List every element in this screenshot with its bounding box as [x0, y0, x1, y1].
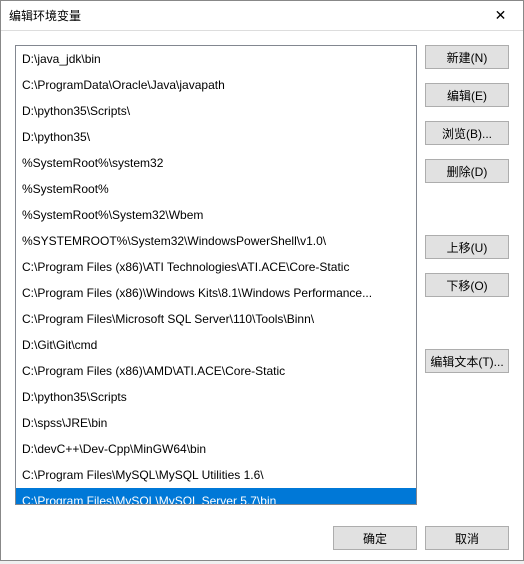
move-down-button[interactable]: 下移(O)	[425, 273, 509, 297]
titlebar: 编辑环境变量 ✕	[1, 1, 523, 31]
list-item[interactable]: D:\Git\Git\cmd	[16, 332, 416, 358]
close-button[interactable]: ✕	[478, 1, 523, 31]
move-up-button[interactable]: 上移(U)	[425, 235, 509, 259]
list-item[interactable]: C:\ProgramData\Oracle\Java\javapath	[16, 72, 416, 98]
list-item[interactable]: C:\Program Files (x86)\Windows Kits\8.1\…	[16, 280, 416, 306]
content-area: D:\java_jdk\binC:\ProgramData\Oracle\Jav…	[1, 31, 523, 515]
list-item[interactable]: %SystemRoot%\System32\Wbem	[16, 202, 416, 228]
list-item[interactable]: %SystemRoot%\system32	[16, 150, 416, 176]
window-title: 编辑环境变量	[9, 7, 81, 24]
list-item[interactable]: D:\java_jdk\bin	[16, 46, 416, 72]
list-item[interactable]: D:\python35\Scripts\	[16, 98, 416, 124]
list-item[interactable]: %SYSTEMROOT%\System32\WindowsPowerShell\…	[16, 228, 416, 254]
edit-text-button[interactable]: 编辑文本(T)...	[425, 349, 509, 373]
list-item[interactable]: D:\python35\	[16, 124, 416, 150]
cancel-button[interactable]: 取消	[425, 526, 509, 550]
list-item[interactable]: D:\spss\JRE\bin	[16, 410, 416, 436]
footer: 确定 取消	[1, 515, 523, 564]
close-icon: ✕	[495, 7, 507, 24]
list-item[interactable]: C:\Program Files\MySQL\MySQL Server 5.7\…	[16, 488, 416, 505]
dialog-window: 编辑环境变量 ✕ D:\java_jdk\binC:\ProgramData\O…	[0, 0, 524, 561]
list-item[interactable]: D:\devC++\Dev-Cpp\MinGW64\bin	[16, 436, 416, 462]
list-item[interactable]: D:\python35\Scripts	[16, 384, 416, 410]
delete-button[interactable]: 删除(D)	[425, 159, 509, 183]
browse-button[interactable]: 浏览(B)...	[425, 121, 509, 145]
ok-button[interactable]: 确定	[333, 526, 417, 550]
side-button-panel: 新建(N) 编辑(E) 浏览(B)... 删除(D) 上移(U) 下移(O) 编…	[425, 45, 509, 505]
new-button[interactable]: 新建(N)	[425, 45, 509, 69]
list-item[interactable]: %SystemRoot%	[16, 176, 416, 202]
path-listbox[interactable]: D:\java_jdk\binC:\ProgramData\Oracle\Jav…	[15, 45, 417, 505]
list-item[interactable]: C:\Program Files (x86)\AMD\ATI.ACE\Core-…	[16, 358, 416, 384]
list-item[interactable]: C:\Program Files\MySQL\MySQL Utilities 1…	[16, 462, 416, 488]
list-item[interactable]: C:\Program Files\Microsoft SQL Server\11…	[16, 306, 416, 332]
edit-button[interactable]: 编辑(E)	[425, 83, 509, 107]
list-item[interactable]: C:\Program Files (x86)\ATI Technologies\…	[16, 254, 416, 280]
